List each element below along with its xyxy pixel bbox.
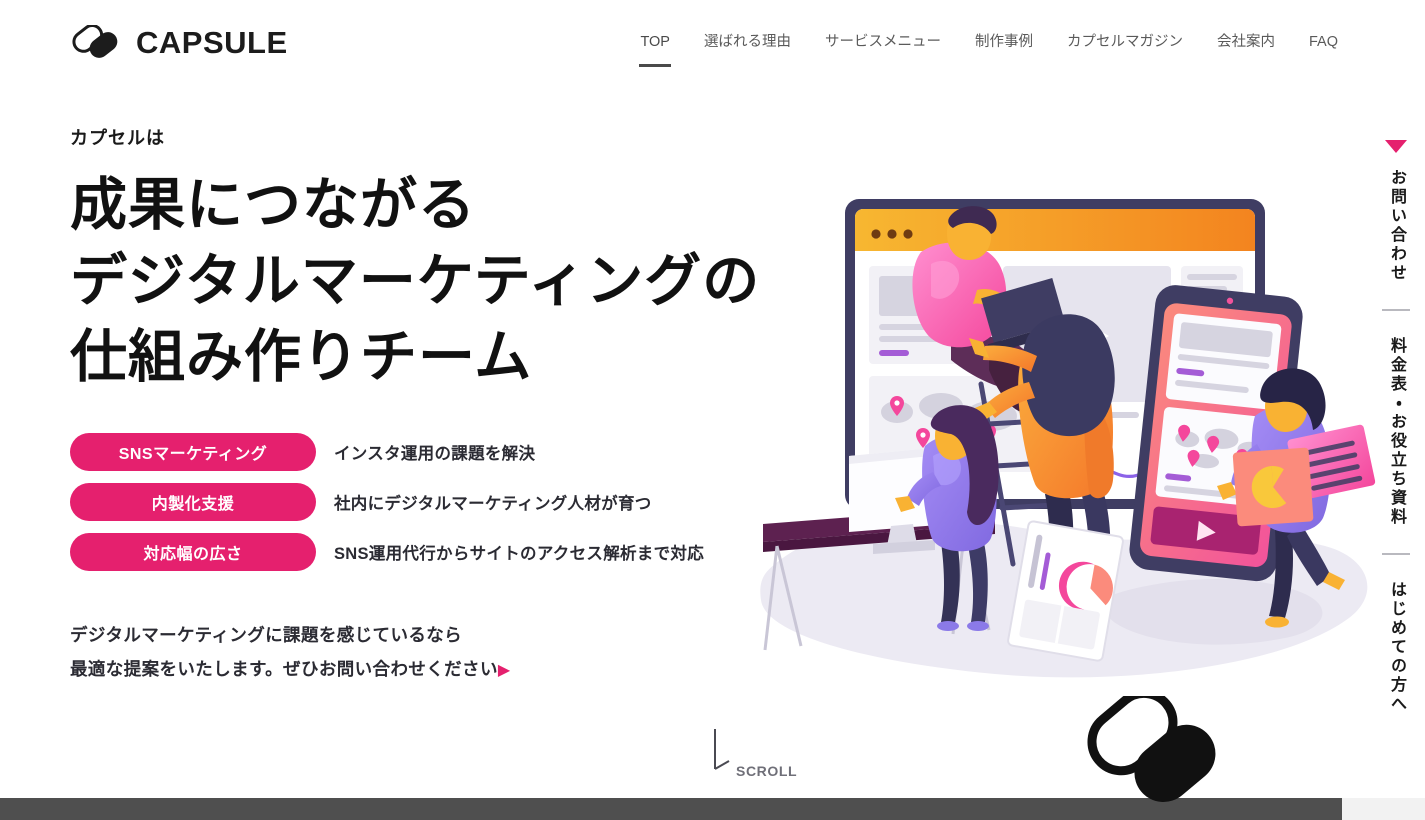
hero-headline: 成果につながる デジタルマーケティングの 仕組み作りチーム <box>70 168 830 395</box>
side-tab-contact[interactable]: お問い合わせ <box>1388 165 1405 287</box>
nav-item-top[interactable]: TOP <box>623 35 687 50</box>
hero-copy: カプセルは 成果につながる デジタルマーケティングの 仕組み作りチーム SNSマ… <box>70 124 830 686</box>
capsule-mark-icon <box>1075 688 1225 814</box>
nav-item-service-menu[interactable]: サービスメニュー <box>808 35 958 50</box>
nav-item-works[interactable]: 制作事例 <box>958 35 1050 50</box>
side-tab-separator <box>1382 309 1410 311</box>
nav-item-magazine[interactable]: カプセルマガジン <box>1050 35 1200 50</box>
nav-item-company[interactable]: 会社案内 <box>1200 35 1292 50</box>
hero-badge-list: SNSマーケティング インスタ運用の課題を解決 内製化支援 社内にデジタルマーケ… <box>70 433 830 572</box>
cta-arrow-icon: ▶ <box>497 661 511 679</box>
side-tab-first-time[interactable]: はじめての方へ <box>1388 577 1405 718</box>
badge-row: 内製化支援 社内にデジタルマーケティング人材が育つ <box>70 483 830 522</box>
digital-marketing-team-illustration <box>745 94 1385 734</box>
headline-line-3: 仕組み作りチーム <box>70 324 533 389</box>
badge-description-insourcing: 社内にデジタルマーケティング人材が育つ <box>334 495 652 514</box>
badge-insourcing-support[interactable]: 内製化支援 <box>70 483 316 522</box>
nav-item-reasons[interactable]: 選ばれる理由 <box>687 35 808 50</box>
scroll-indicator[interactable]: SCROLL <box>710 727 797 780</box>
scroll-label: SCROLL <box>736 763 798 779</box>
site-header: CAPSULE TOP 選ばれる理由 サービスメニュー 制作事例 カプセルマガジ… <box>0 0 1425 84</box>
badge-coverage-breadth[interactable]: 対応幅の広さ <box>70 533 316 572</box>
badge-description-coverage: SNS運用代行からサイトのアクセス解析まで対応 <box>334 545 705 564</box>
capsule-logo-large-icon: CAPSULE <box>1075 688 1225 820</box>
main-navigation: TOP 選ばれる理由 サービスメニュー 制作事例 カプセルマガジン 会社案内 F… <box>623 35 1355 50</box>
hero-section: カプセルは 成果につながる デジタルマーケティングの 仕組み作りチーム SNSマ… <box>0 84 1425 803</box>
badge-row: 対応幅の広さ SNS運用代行からサイトのアクセス解析まで対応 <box>70 533 830 572</box>
side-tab-pricing-materials[interactable]: 料金表・お役立ち資料 <box>1388 333 1405 531</box>
headline-line-1: 成果につながる <box>70 173 476 237</box>
brand-name: CAPSULE <box>136 24 288 60</box>
badge-description-sns: インスタ運用の課題を解決 <box>334 445 536 464</box>
cta-line-2: 最適な提案をいたします。ぜひお問い合わせください▶ <box>70 653 830 686</box>
badge-row: SNSマーケティング インスタ運用の課題を解決 <box>70 433 830 472</box>
headline-line-2: デジタルマーケティングの <box>70 248 761 313</box>
badge-sns-marketing[interactable]: SNSマーケティング <box>70 433 316 472</box>
brand-logo-link[interactable]: CAPSULE <box>70 23 288 60</box>
triangle-down-icon <box>1385 140 1407 153</box>
cta-line-1: デジタルマーケティングに課題を感じているなら <box>70 625 463 646</box>
scroll-arrow-icon <box>710 727 732 780</box>
capsule-logo-icon <box>70 23 122 59</box>
hero-eyebrow: カプセルは <box>70 128 165 148</box>
side-tab-separator <box>1382 553 1410 555</box>
side-tab-rail: お問い合わせ 料金表・お役立ち資料 はじめての方へ <box>1367 140 1425 718</box>
cta-line-2-text: 最適な提案をいたします。ぜひお問い合わせください <box>70 658 498 679</box>
hero-cta[interactable]: デジタルマーケティングに課題を感じているなら 最適な提案をいたします。ぜひお問い… <box>70 619 830 686</box>
nav-item-faq[interactable]: FAQ <box>1292 35 1355 50</box>
